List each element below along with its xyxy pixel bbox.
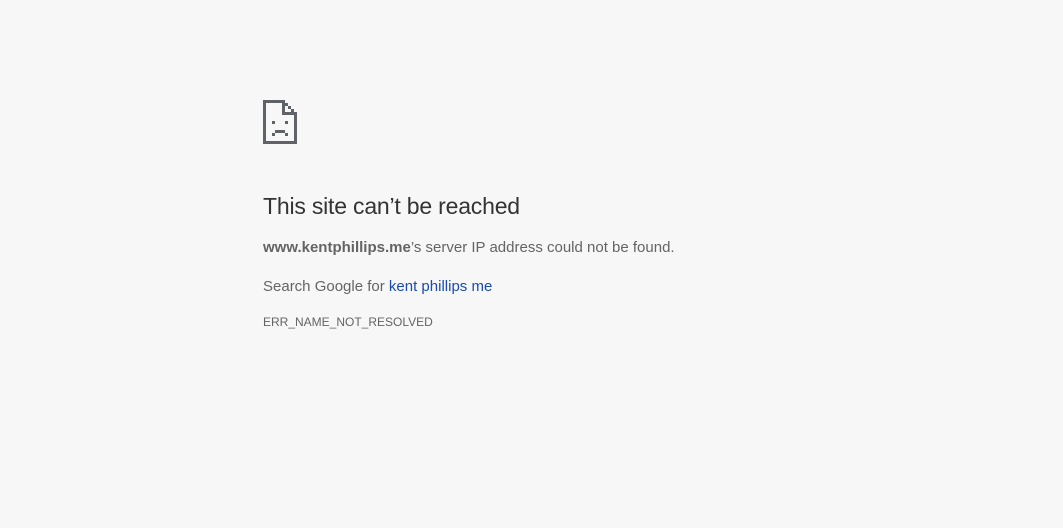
error-message-suffix: ’s server IP address could not be found.: [410, 239, 675, 256]
error-page: This site can’t be reached www.kentphill…: [0, 0, 1063, 528]
error-content: This site can’t be reached www.kentphill…: [263, 100, 823, 330]
sad-page-icon: [263, 100, 297, 144]
search-prefix: Search Google for: [263, 278, 389, 295]
error-code: ERR_NAME_NOT_RESOLVED: [263, 315, 433, 329]
search-suggestion: Search Google for kent phillips me: [263, 277, 823, 297]
error-host: www.kentphillips.me: [263, 239, 411, 256]
search-google-link[interactable]: kent phillips me: [389, 278, 492, 295]
error-message: www.kentphillips.me’s server IP address …: [263, 238, 823, 258]
error-title: This site can’t be reached: [263, 193, 520, 219]
